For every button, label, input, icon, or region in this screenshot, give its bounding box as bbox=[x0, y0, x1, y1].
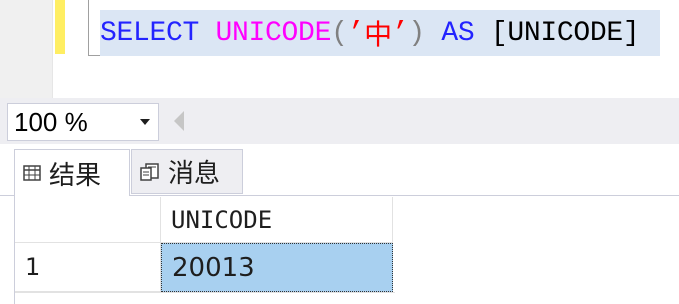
change-indicator-bar bbox=[55, 0, 65, 54]
chevron-down-icon[interactable] bbox=[140, 119, 150, 125]
editor-gutter bbox=[0, 0, 52, 98]
tab-messages[interactable]: 消息 bbox=[131, 149, 243, 194]
zoom-value: 100 % bbox=[14, 106, 88, 137]
grid-icon bbox=[23, 165, 41, 181]
gutter-divider bbox=[52, 0, 53, 98]
close-paren: ) bbox=[408, 17, 425, 49]
tab-messages-label: 消息 bbox=[168, 159, 221, 189]
scroll-left-icon[interactable] bbox=[174, 111, 184, 131]
result-cell-selected[interactable]: 20013 bbox=[161, 243, 393, 292]
column-header-unicode[interactable]: UNICODE bbox=[161, 197, 393, 243]
grid-corner-header[interactable] bbox=[15, 197, 161, 243]
string-quote-open: ’ bbox=[347, 17, 365, 49]
zoom-dropdown[interactable]: 100 % bbox=[7, 103, 159, 141]
open-paren: ( bbox=[331, 17, 348, 49]
message-icon bbox=[140, 162, 159, 181]
column-alias: [UNICODE] bbox=[490, 17, 640, 49]
row-number[interactable]: 1 bbox=[15, 243, 161, 292]
query-editor[interactable]: SELECT UNICODE(’ 中’) AS [UNICODE] bbox=[0, 0, 679, 98]
keyword-select: SELECT bbox=[100, 17, 200, 49]
string-literal: 中 bbox=[364, 22, 392, 53]
function-unicode: UNICODE bbox=[215, 17, 332, 49]
outline-fold-end bbox=[88, 55, 100, 56]
outline-fold-line bbox=[88, 0, 89, 56]
tab-results-label: 结果 bbox=[49, 160, 102, 191]
string-quote-close: ’ bbox=[391, 17, 409, 49]
tab-results[interactable]: 结果 bbox=[14, 149, 130, 196]
keyword-as: AS bbox=[441, 17, 475, 49]
sql-code-line[interactable]: SELECT UNICODE(’ 中’) AS [UNICODE] bbox=[100, 10, 660, 56]
row-divider bbox=[15, 292, 395, 293]
